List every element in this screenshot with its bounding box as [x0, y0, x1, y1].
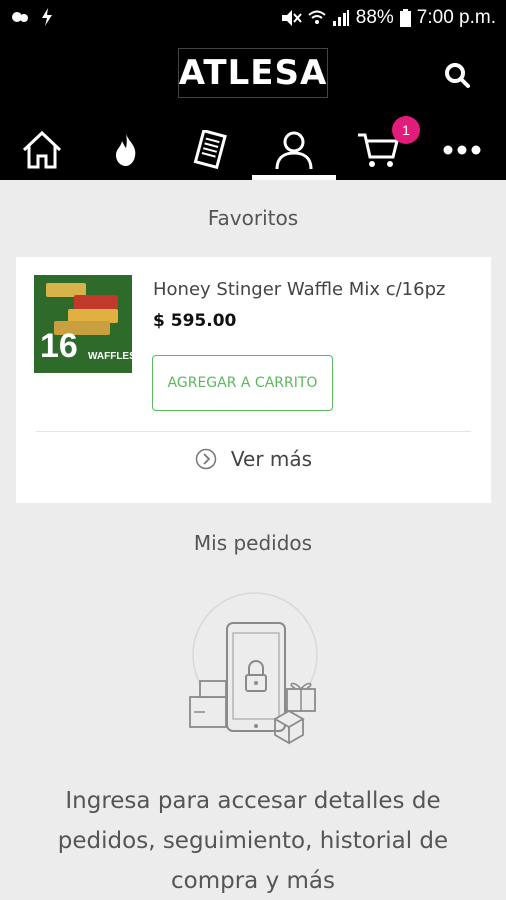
nav-more[interactable]: [420, 120, 504, 180]
app-header: ATLESA: [0, 36, 506, 180]
login-prompt: Ingresa para accesar detalles de pedidos…: [57, 788, 449, 894]
nav-hot-deals[interactable]: [84, 120, 168, 180]
locked-phone-illustration: [189, 592, 318, 745]
search-button[interactable]: [440, 58, 476, 94]
battery-icon: [399, 9, 411, 27]
see-more-label: Ver más: [230, 447, 313, 471]
orders-heading: Mis pedidos: [193, 531, 313, 555]
more-icon: [443, 145, 481, 155]
flash-icon: [42, 8, 52, 26]
brand-logo[interactable]: ATLESA: [178, 48, 328, 98]
nav-orders-list[interactable]: [168, 120, 252, 180]
receipt-icon: [193, 130, 227, 170]
nav-home[interactable]: [0, 120, 84, 180]
see-more-link[interactable]: Ver más: [16, 447, 491, 471]
chevron-right-circle-icon: [195, 448, 217, 470]
mute-icon: [281, 10, 302, 26]
wifi-icon: [308, 10, 326, 24]
thumb-label: WAFFLES: [88, 351, 132, 362]
user-icon: [275, 131, 313, 170]
favorite-card: 16 WAFFLES Honey Stinger Waffle Mix c/16…: [16, 257, 491, 503]
cart-count-badge: 1: [392, 116, 420, 144]
status-left-icons: [10, 8, 54, 26]
nav-profile[interactable]: [252, 120, 336, 180]
status-bar: 88% 7:00 p.m.: [0, 0, 506, 36]
favorites-heading: Favoritos: [207, 206, 299, 230]
product-thumbnail[interactable]: 16 WAFFLES: [34, 275, 132, 373]
main-nav: [0, 120, 506, 180]
search-icon: [445, 63, 470, 88]
flame-icon: [116, 134, 136, 166]
signal-icon: [332, 10, 349, 26]
thumb-count: 16: [40, 327, 78, 365]
status-right: 88% 7:00 p.m.: [280, 7, 496, 29]
clock: 7:00 p.m.: [416, 7, 496, 28]
product-price: $ 595.00: [153, 311, 237, 331]
product-name[interactable]: Honey Stinger Waffle Mix c/16pz: [153, 279, 445, 300]
home-icon: [22, 130, 62, 169]
add-to-cart-button[interactable]: AGREGAR A CARRITO: [152, 355, 333, 411]
card-divider: [36, 431, 471, 432]
battery-percent: 88%: [355, 7, 394, 28]
notification-icon: [12, 12, 28, 22]
